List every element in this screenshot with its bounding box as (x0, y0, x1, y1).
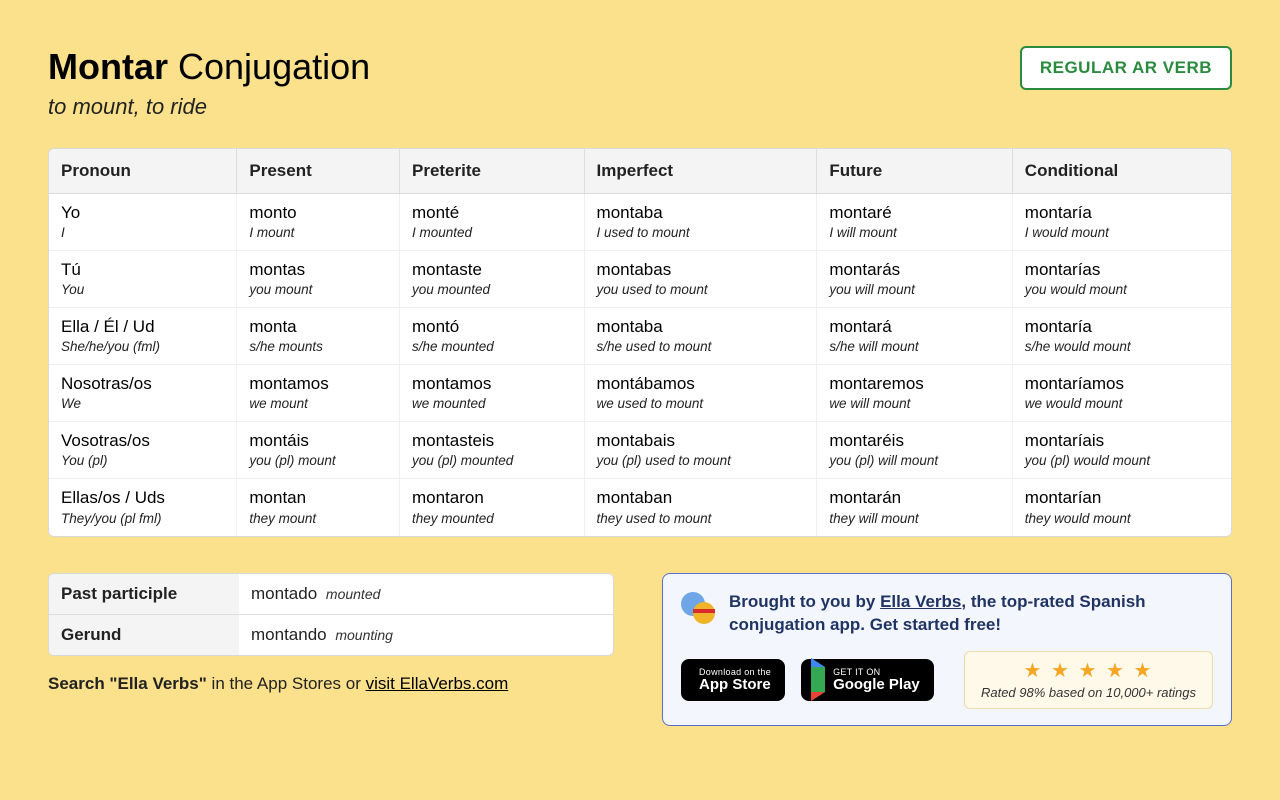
imperfect-cell: montabaisyou (pl) used to mount (585, 422, 818, 479)
ellaverbs-logo-icon (681, 590, 717, 626)
conditional-cell: montaríaisyou (pl) would mount (1013, 422, 1231, 479)
conditional-cell: montarías/he would mount (1013, 308, 1231, 365)
rating-text: Rated 98% based on 10,000+ ratings (981, 685, 1196, 700)
imperfect-cell: montabanthey used to mount (585, 479, 818, 535)
future-cell: montaréI will mount (817, 194, 1012, 251)
star-icons: ★ ★ ★ ★ ★ (981, 658, 1196, 683)
col-future: Future (817, 149, 1012, 194)
table-row: Ella / Él / UdShe/he/you (fml)montas/he … (49, 308, 1231, 365)
present-cell: montas/he mounts (237, 308, 400, 365)
verb-translation: to mount, to ride (48, 94, 370, 120)
col-present: Present (237, 149, 400, 194)
pronoun-cell: Ella / Él / UdShe/he/you (fml) (49, 308, 237, 365)
promo-box: Brought to you by Ella Verbs, the top-ra… (662, 573, 1232, 727)
preterite-cell: montós/he mounted (400, 308, 585, 365)
future-cell: montaránthey will mount (817, 479, 1012, 535)
visit-ellaverbs-link[interactable]: visit EllaVerbs.com (366, 674, 509, 693)
app-store-button[interactable]: Download on the App Store (681, 659, 785, 701)
google-play-button[interactable]: GET IT ON Google Play (801, 659, 934, 701)
present-cell: montamoswe mount (237, 365, 400, 422)
future-cell: montaremoswe will mount (817, 365, 1012, 422)
preterite-cell: montéI mounted (400, 194, 585, 251)
pronoun-cell: Nosotras/osWe (49, 365, 237, 422)
table-row: Ellas/os / UdsThey/you (pl fml)montanthe… (49, 479, 1231, 535)
table-row: TúYoumontasyou mountmontasteyou mountedm… (49, 251, 1231, 308)
present-cell: montanthey mount (237, 479, 400, 535)
future-cell: montaréisyou (pl) will mount (817, 422, 1012, 479)
gerund-label: Gerund (49, 615, 239, 655)
col-preterite: Preterite (400, 149, 585, 194)
col-pronoun: Pronoun (49, 149, 237, 194)
gerund-value: montando mounting (239, 615, 613, 655)
imperfect-cell: montabas/he used to mount (585, 308, 818, 365)
conditional-cell: montaríamoswe would mount (1013, 365, 1231, 422)
rating-box: ★ ★ ★ ★ ★ Rated 98% based on 10,000+ rat… (964, 651, 1213, 709)
ellaverbs-link[interactable]: Ella Verbs (880, 592, 961, 611)
pronoun-cell: YoI (49, 194, 237, 251)
pronoun-cell: TúYou (49, 251, 237, 308)
search-instruction: Search "Ella Verbs" in the App Stores or… (48, 674, 614, 694)
verb-type-badge: REGULAR AR VERB (1020, 46, 1232, 90)
promo-text: Brought to you by Ella Verbs, the top-ra… (729, 590, 1213, 638)
past-participle-label: Past participle (49, 574, 239, 615)
table-row: YoImontoI mountmontéI mountedmontabaI us… (49, 194, 1231, 251)
past-participle-value: montado mounted (239, 574, 613, 615)
imperfect-cell: montábamoswe used to mount (585, 365, 818, 422)
preterite-cell: montamoswe mounted (400, 365, 585, 422)
conditional-cell: montaríanthey would mount (1013, 479, 1231, 535)
conditional-cell: montaríaI would mount (1013, 194, 1231, 251)
pronoun-cell: Vosotras/osYou (pl) (49, 422, 237, 479)
participle-table: Past participle montado mounted Gerund m… (48, 573, 614, 656)
table-row: Vosotras/osYou (pl)montáisyou (pl) mount… (49, 422, 1231, 479)
imperfect-cell: montabaI used to mount (585, 194, 818, 251)
google-play-icon (811, 669, 825, 691)
page-title: Montar Conjugation (48, 46, 370, 88)
future-cell: montarás/he will mount (817, 308, 1012, 365)
present-cell: montáisyou (pl) mount (237, 422, 400, 479)
pronoun-cell: Ellas/os / UdsThey/you (pl fml) (49, 479, 237, 535)
present-cell: montoI mount (237, 194, 400, 251)
future-cell: montarásyou will mount (817, 251, 1012, 308)
preterite-cell: montaronthey mounted (400, 479, 585, 535)
preterite-cell: montasteisyou (pl) mounted (400, 422, 585, 479)
imperfect-cell: montabasyou used to mount (585, 251, 818, 308)
col-conditional: Conditional (1013, 149, 1231, 194)
col-imperfect: Imperfect (585, 149, 818, 194)
preterite-cell: montasteyou mounted (400, 251, 585, 308)
present-cell: montasyou mount (237, 251, 400, 308)
title-suffix: Conjugation (178, 46, 370, 87)
conditional-cell: montaríasyou would mount (1013, 251, 1231, 308)
verb-name: Montar (48, 46, 168, 87)
table-row: Nosotras/osWemontamoswe mountmontamoswe … (49, 365, 1231, 422)
conjugation-table: Pronoun Present Preterite Imperfect Futu… (48, 148, 1232, 537)
